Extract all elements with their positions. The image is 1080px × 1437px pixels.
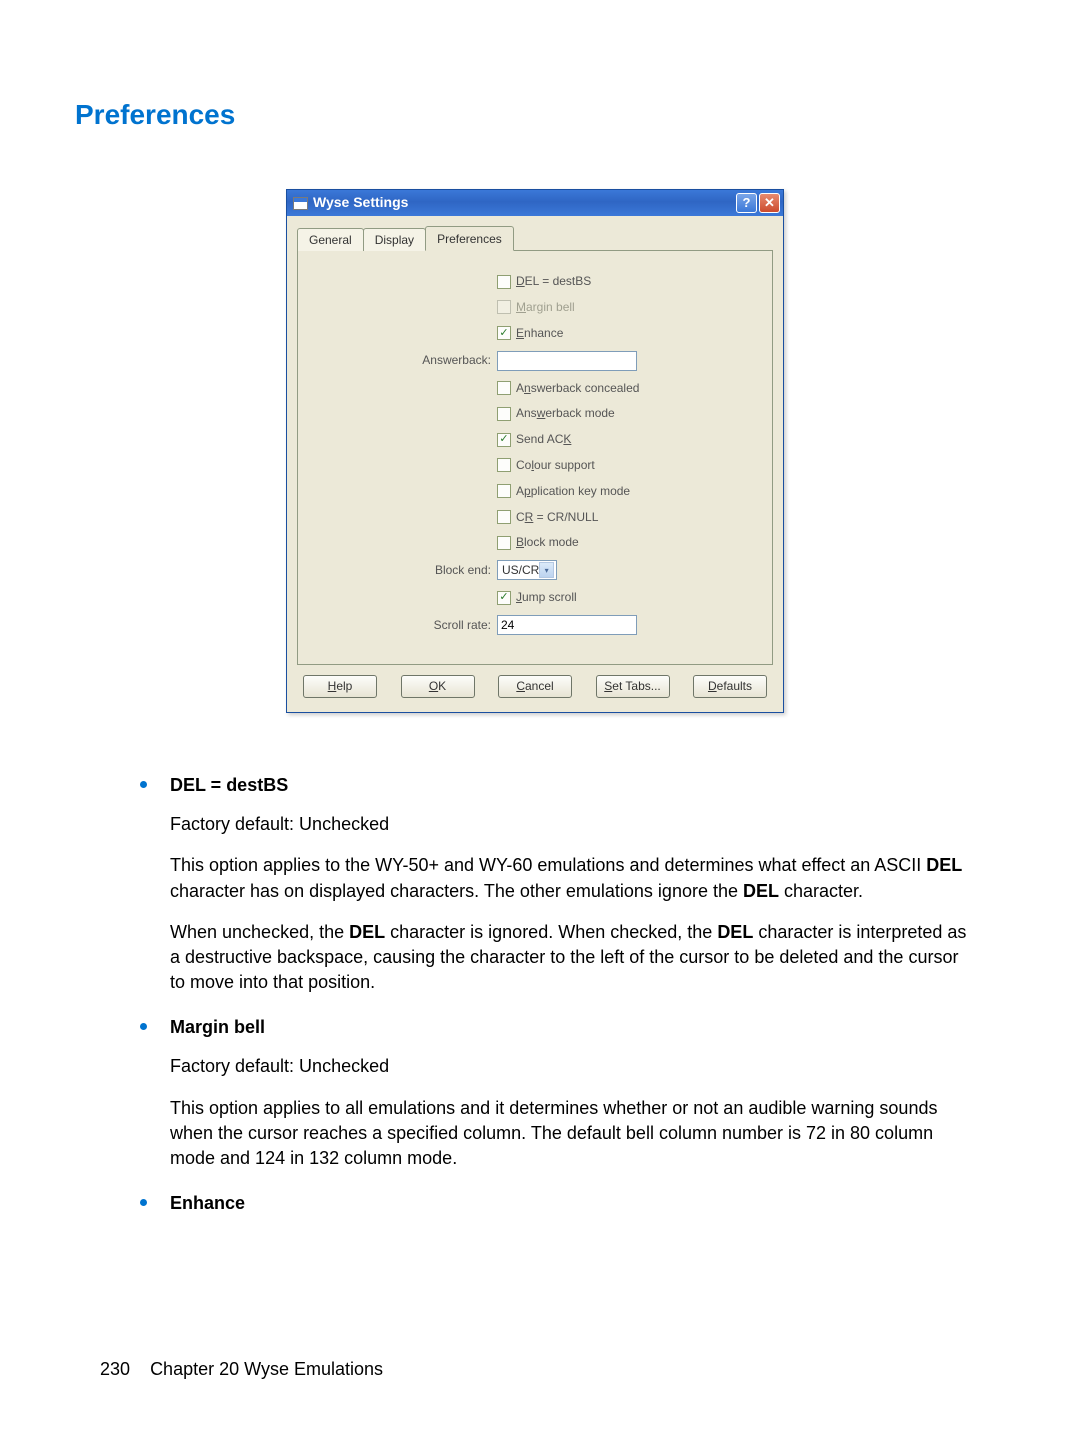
doc-item: DEL = destBS Factory default: Unchecked Th… bbox=[140, 773, 970, 995]
scroll-rate-input[interactable] bbox=[497, 615, 637, 635]
colour-support-label: Colour support bbox=[516, 457, 595, 474]
defaults-button[interactable]: Defaults bbox=[693, 675, 767, 698]
tab-display[interactable]: Display bbox=[363, 228, 426, 251]
colour-support-checkbox[interactable] bbox=[497, 458, 511, 472]
cancel-button[interactable]: Cancel bbox=[498, 675, 572, 698]
send-ack-checkbox[interactable] bbox=[497, 433, 511, 447]
answerback-concealed-label: Answerback concealed bbox=[516, 380, 639, 397]
send-ack-label: Send ACK bbox=[516, 431, 571, 448]
doc-paragraph: This option applies to all emulations an… bbox=[170, 1096, 970, 1172]
help-titlebar-button[interactable]: ? bbox=[736, 193, 757, 213]
app-key-mode-label: Application key mode bbox=[516, 483, 630, 500]
doc-paragraph: Factory default: Unchecked bbox=[170, 1054, 970, 1079]
enhance-checkbox[interactable] bbox=[497, 326, 511, 340]
page-footer: 230 Chapter 20 Wyse Emulations bbox=[100, 1357, 383, 1382]
chevron-down-icon: ▾ bbox=[539, 562, 554, 578]
ok-button[interactable]: OK bbox=[401, 675, 475, 698]
del-destbs-label: DEL = destBS bbox=[516, 273, 591, 290]
tab-general[interactable]: General bbox=[297, 228, 364, 251]
doc-item-title: Enhance bbox=[170, 1191, 970, 1216]
doc-paragraph: Factory default: Unchecked bbox=[170, 812, 970, 837]
margin-bell-checkbox[interactable] bbox=[497, 300, 511, 314]
window-title: Wyse Settings bbox=[313, 193, 736, 213]
scroll-rate-label: Scroll rate: bbox=[312, 617, 497, 634]
tab-preferences[interactable]: Preferences bbox=[425, 226, 514, 251]
help-button[interactable]: Help bbox=[303, 675, 377, 698]
answerback-input[interactable] bbox=[497, 351, 637, 371]
doc-item-title: Margin bell bbox=[170, 1015, 970, 1040]
titlebar: Wyse Settings ? ✕ bbox=[287, 190, 783, 216]
jump-scroll-label: Jump scroll bbox=[516, 589, 577, 606]
block-mode-label: Block mode bbox=[516, 534, 579, 551]
tab-panel-preferences: DEL = destBS Margin bell Enhance bbox=[297, 251, 773, 665]
answerback-concealed-checkbox[interactable] bbox=[497, 381, 511, 395]
doc-paragraph: This option applies to the WY-50+ and WY… bbox=[170, 853, 970, 903]
doc-bullet-list: DEL = destBS Factory default: Unchecked Th… bbox=[100, 773, 970, 1216]
answerback-mode-label: Answerback mode bbox=[516, 405, 615, 422]
chapter-label: Chapter 20 Wyse Emulations bbox=[150, 1359, 383, 1379]
app-key-mode-checkbox[interactable] bbox=[497, 484, 511, 498]
close-button[interactable]: ✕ bbox=[759, 193, 780, 213]
cr-crnull-checkbox[interactable] bbox=[497, 510, 511, 524]
answerback-label: Answerback: bbox=[312, 352, 497, 369]
doc-item: Enhance bbox=[140, 1191, 970, 1216]
block-end-label: Block end: bbox=[312, 562, 497, 579]
app-icon bbox=[293, 197, 308, 210]
answerback-mode-checkbox[interactable] bbox=[497, 407, 511, 421]
tab-row: General Display Preferences bbox=[297, 228, 773, 251]
page-number: 230 bbox=[100, 1359, 130, 1379]
set-tabs-button[interactable]: Set Tabs... bbox=[596, 675, 670, 698]
doc-item: Margin bell Factory default: Unchecked Thi… bbox=[140, 1015, 970, 1171]
section-heading: Preferences bbox=[75, 95, 970, 134]
doc-paragraph: When unchecked, the DEL character is ign… bbox=[170, 920, 970, 996]
del-destbs-checkbox[interactable] bbox=[497, 275, 511, 289]
wyse-settings-dialog: Wyse Settings ? ✕ General Display Prefer… bbox=[286, 189, 784, 713]
doc-item-title: DEL = destBS bbox=[170, 773, 970, 798]
cr-crnull-label: CR = CR/NULL bbox=[516, 509, 598, 526]
block-end-select[interactable]: US/CR ▾ bbox=[497, 560, 557, 580]
block-mode-checkbox[interactable] bbox=[497, 536, 511, 550]
enhance-label: Enhance bbox=[516, 325, 563, 342]
button-row: Help OK Cancel Set Tabs... Defaults bbox=[297, 665, 773, 702]
margin-bell-label: Margin bell bbox=[516, 299, 575, 316]
jump-scroll-checkbox[interactable] bbox=[497, 591, 511, 605]
